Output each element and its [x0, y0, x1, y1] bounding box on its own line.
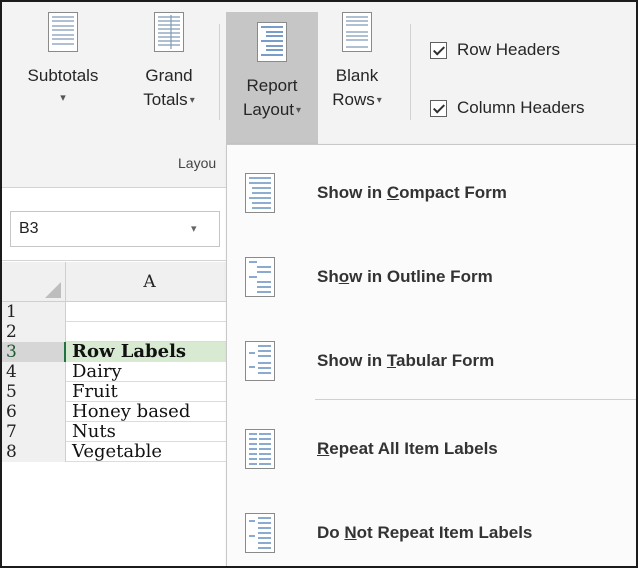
select-all-triangle-icon: [45, 282, 61, 298]
ribbon-separator: [219, 24, 220, 120]
column-headers-checkbox[interactable]: Column Headers: [430, 98, 585, 118]
chevron-down-icon: ▾: [296, 104, 302, 116]
ribbon-separator: [410, 24, 411, 120]
row-headers-checkbox[interactable]: Row Headers: [430, 40, 560, 60]
grand-totals-icon: [154, 12, 184, 52]
grand-totals-line2: Totals: [143, 90, 188, 109]
row-header[interactable]: 6: [2, 402, 66, 422]
row-header[interactable]: 2: [2, 322, 66, 342]
column-header-a[interactable]: A: [66, 262, 234, 302]
report-layout-line1: Report: [246, 76, 298, 95]
blank-rows-line1: Blank: [335, 66, 379, 85]
column-headers-label: Column Headers: [457, 98, 585, 117]
name-box-value: B3: [19, 220, 39, 237]
chevron-down-icon: ▾: [60, 92, 66, 104]
menu-separator: [315, 399, 636, 400]
cell-a1[interactable]: [66, 302, 234, 322]
menu-item-tabular-form[interactable]: Show in Tabular Form: [227, 327, 636, 395]
cell-a8[interactable]: Vegetable: [66, 442, 234, 462]
compact-form-icon: [245, 173, 275, 213]
cell-a7[interactable]: Nuts: [66, 422, 234, 442]
menu-item-compact-form[interactable]: Show in Compact Form: [227, 159, 636, 227]
no-repeat-labels-icon: [245, 513, 275, 553]
subtotals-icon: [48, 12, 78, 52]
checkbox-checked-icon: [430, 99, 447, 117]
name-box[interactable]: B3 ▾: [10, 211, 220, 247]
menu-item-repeat-all-item-labels[interactable]: Repeat All Item Labels: [227, 415, 636, 483]
checkbox-checked-icon: [430, 41, 447, 59]
cell-a2[interactable]: [66, 322, 234, 342]
grand-totals-button[interactable]: Grand Totals ▾: [126, 12, 212, 113]
row-header-selected[interactable]: 3: [2, 342, 66, 362]
chevron-down-icon[interactable]: ▾: [191, 222, 197, 235]
menu-item-label: Do Not Repeat Item Labels: [317, 523, 533, 542]
select-all-button[interactable]: [2, 262, 66, 302]
cell-a6[interactable]: Honey based: [66, 402, 234, 422]
menu-item-label: Show in Tabular Form: [317, 351, 495, 370]
chevron-down-icon: ▾: [376, 94, 382, 106]
cell-a5[interactable]: Fruit: [66, 382, 234, 402]
ribbon-group-label: Layou: [178, 155, 217, 171]
tabular-form-icon: [245, 341, 275, 381]
blank-rows-button[interactable]: Blank Rows ▾: [320, 12, 394, 113]
menu-item-outline-form[interactable]: Show in Outline Form: [227, 243, 636, 311]
cell-a3-row-labels[interactable]: Row Labels: [66, 342, 234, 362]
menu-item-label: Show in Outline Form: [317, 267, 493, 286]
menu-item-label: Repeat All Item Labels: [317, 439, 498, 458]
row-header[interactable]: 7: [2, 422, 66, 442]
report-layout-line2: Layout: [242, 100, 294, 119]
report-layout-button[interactable]: Report Layout ▾: [226, 12, 318, 144]
row-header[interactable]: 1: [2, 302, 66, 322]
blank-rows-line2: Rows: [332, 90, 375, 109]
menu-item-do-not-repeat-item-labels[interactable]: Do Not Repeat Item Labels: [227, 499, 636, 566]
cell-a4[interactable]: Dairy: [66, 362, 234, 382]
report-layout-icon: [257, 22, 287, 62]
menu-item-label: Show in Compact Form: [317, 183, 507, 202]
chevron-down-icon: ▾: [189, 94, 195, 106]
blank-rows-icon: [342, 12, 372, 52]
row-header[interactable]: 4: [2, 362, 66, 382]
repeat-labels-icon: [245, 429, 275, 469]
subtotals-button[interactable]: Subtotals ▾: [8, 12, 118, 110]
report-layout-menu: Show in Compact Form Show in Outline For…: [226, 144, 636, 566]
subtotals-label: Subtotals: [27, 66, 99, 85]
grand-totals-line1: Grand: [145, 66, 193, 85]
outline-form-icon: [245, 257, 275, 297]
row-headers-label: Row Headers: [457, 40, 560, 59]
excel-window: Subtotals ▾ Grand Totals ▾ Report Layout…: [0, 0, 638, 568]
row-header[interactable]: 5: [2, 382, 66, 402]
row-header[interactable]: 8: [2, 442, 66, 462]
